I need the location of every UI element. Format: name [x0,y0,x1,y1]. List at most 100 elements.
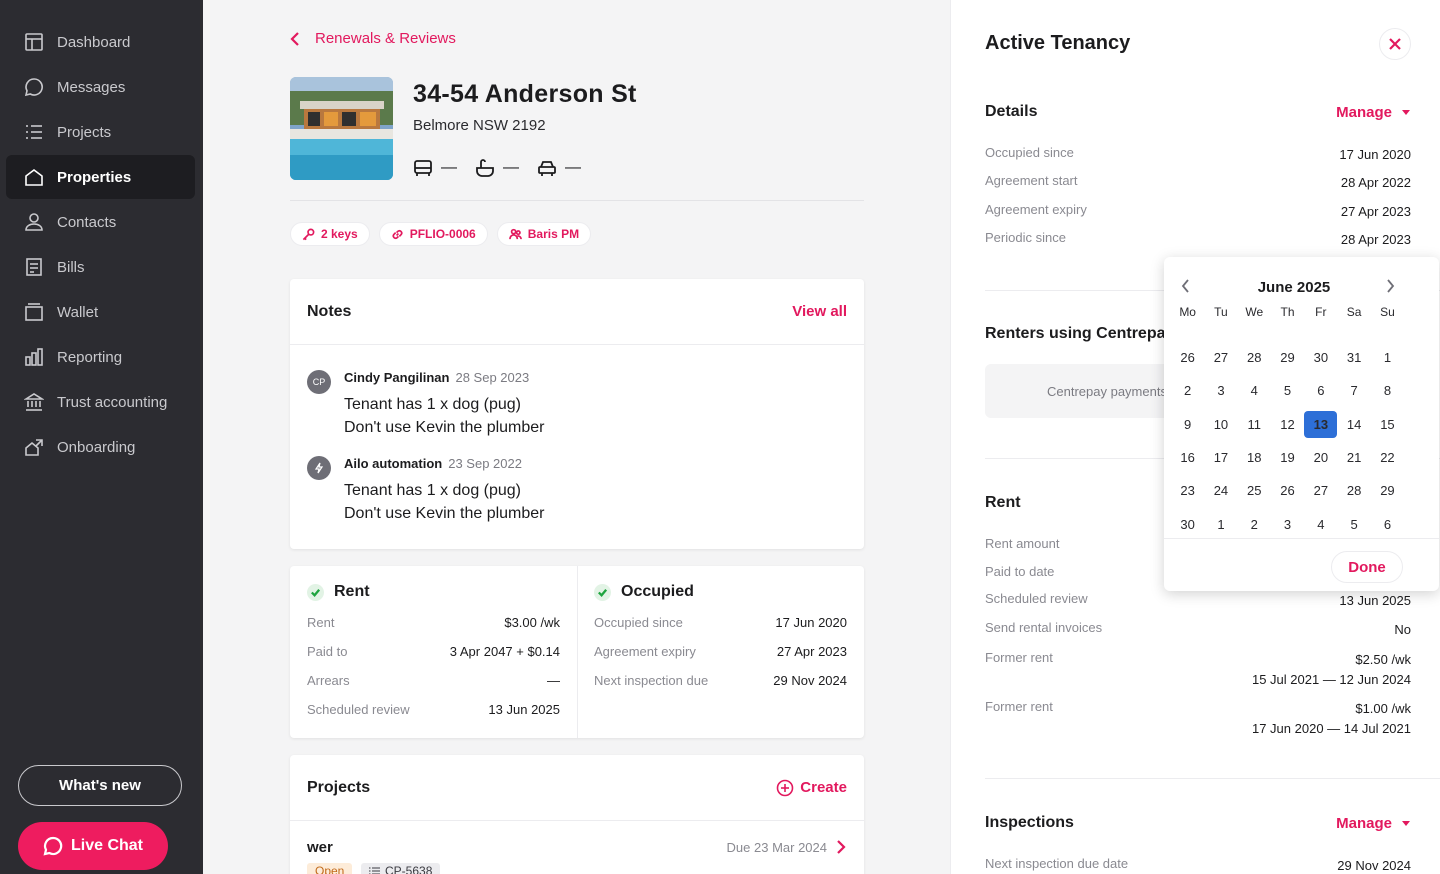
sidebar-item-bills[interactable]: Bills [6,245,195,289]
calendar-day[interactable]: 28 [1238,350,1271,365]
calendar-day[interactable]: 2 [1238,517,1271,532]
rent-summary: Rent Rent $3.00 /wk Paid to 3 Apr 2047 + $… [290,566,578,738]
sidebar-item-label: Dashboard [57,33,131,51]
rent-summary-title: Rent [334,583,370,600]
calendar-day[interactable]: 5 [1271,383,1304,398]
manager-chip[interactable]: Baris PM [496,222,592,246]
projects-card: Projects Create wer Due 23 Mar 2024 Open… [290,755,864,874]
keys-chip[interactable]: 2 keys [290,222,370,246]
calendar-day[interactable]: 14 [1337,417,1370,432]
calendar-day[interactable]: 27 [1304,483,1337,498]
live-chat-button[interactable]: Live Chat [18,822,168,870]
sidebar-item-contacts[interactable]: Contacts [6,200,195,244]
calendar-day[interactable]: 21 [1337,450,1370,465]
detail-row: Periodic since 28 Apr 2023 [985,230,1411,247]
calendar-day[interactable]: 6 [1371,517,1404,532]
calendar-day[interactable]: 7 [1337,383,1370,398]
calendar-day[interactable]: 22 [1371,450,1404,465]
close-button[interactable] [1379,28,1411,60]
weekday-label: We [1245,305,1264,319]
divider [290,200,864,201]
calendar-day[interactable]: 3 [1271,517,1304,532]
weekday-label: Tu [1214,305,1228,319]
calendar-day[interactable]: 16 [1171,450,1204,465]
calendar-day[interactable]: 19 [1271,450,1304,465]
rent-detail-row: Send rental invoices No [985,620,1411,637]
automation-avatar [307,456,331,480]
calendar-day[interactable]: 25 [1238,483,1271,498]
sidebar-item-label: Properties [57,168,132,186]
rent-row: Rent $3.00 /wk [307,615,560,630]
details-title: Details [985,103,1038,120]
calendar-day[interactable]: 17 [1204,450,1237,465]
chevron-right-icon[interactable] [1384,279,1396,293]
calendar-day[interactable]: 26 [1271,483,1304,498]
calendar-day[interactable]: 10 [1204,417,1237,432]
calendar-day[interactable]: 4 [1304,517,1337,532]
calendar-day[interactable]: 30 [1171,517,1204,532]
calendar-day[interactable]: 31 [1337,350,1370,365]
calendar-day[interactable]: 6 [1304,383,1337,398]
bedrooms-feature: — [413,158,457,178]
sidebar-item-dashboard[interactable]: Dashboard [6,20,195,64]
property-photo [290,77,393,180]
bathrooms-feature: — [475,158,519,178]
calendar-day[interactable]: 9 [1171,417,1204,432]
calendar-day[interactable]: 3 [1204,383,1237,398]
contacts-icon [24,212,44,232]
sidebar-item-label: Trust accounting [57,393,168,411]
calendar-day[interactable]: 5 [1337,517,1370,532]
create-project-button[interactable]: Create [776,779,847,797]
project-item[interactable]: wer Due 23 Mar 2024 Open CP-5638 [307,839,847,874]
whats-new-button[interactable]: What's new [18,765,182,806]
note-body: Tenant has 1 x dog (pug) Don't use Kevin… [344,482,545,522]
calendar-day[interactable]: 29 [1371,483,1404,498]
agreement-expiry-row: Agreement expiry 27 Apr 2023 [594,644,847,659]
note-date: 23 Sep 2022 [448,456,522,471]
divider [1164,538,1439,539]
calendar-day[interactable]: 29 [1271,350,1304,365]
selected-day[interactable]: 13 [1304,410,1338,438]
view-all-notes-link[interactable]: View all [792,303,847,320]
calendar-day[interactable]: 1 [1204,517,1237,532]
calendar-day[interactable]: 8 [1371,383,1404,398]
calendar-day[interactable]: 18 [1238,450,1271,465]
sidebar-item-properties[interactable]: Properties [6,155,195,199]
done-button[interactable]: Done [1331,551,1403,583]
inspections-manage-dropdown[interactable]: Manage [1336,815,1410,832]
calendar-day[interactable]: 1 [1371,350,1404,365]
status-badge: Open [307,863,353,874]
sidebar-item-projects[interactable]: Projects [6,110,195,154]
calendar-day[interactable]: 12 [1271,417,1304,432]
folio-chip[interactable]: PFLIO-0006 [378,222,488,246]
back-link[interactable]: Renewals & Reviews [289,30,456,47]
calendar-day[interactable]: 2 [1171,383,1204,398]
calendar-day[interactable]: 23 [1171,483,1204,498]
calendar-day[interactable]: 13 [1304,410,1338,438]
folio-chip-label: PFLIO-0006 [409,227,476,241]
sidebar-item-messages[interactable]: Messages [6,65,195,109]
project-code-badge: CP-5638 [361,863,441,874]
occupied-summary-title: Occupied [621,583,694,600]
calendar-day[interactable]: 30 [1304,350,1337,365]
calendar-grid: Mo Tu We Th Fr Sa Su 26 27 28 29 30 31 1 2 3 4 5 6 7… [1171,305,1417,541]
sidebar-item-trust-accounting[interactable]: Trust accounting [6,380,195,424]
calendar-day[interactable]: 27 [1204,350,1237,365]
sidebar-item-onboarding[interactable]: Onboarding [6,425,195,469]
property-chips: 2 keys PFLIO-0006 Baris PM [290,222,592,246]
sidebar-item-reporting[interactable]: Reporting [6,335,195,379]
calendar-day[interactable]: 4 [1238,383,1271,398]
avatar: CP [307,370,331,394]
note-author: Cindy Pangilinan 28 Sep 2023 [344,370,530,385]
calendar-day[interactable]: 11 [1238,417,1271,432]
calendar-day[interactable]: 15 [1371,417,1404,432]
bedrooms-count: — [441,159,457,176]
calendar-day[interactable]: 24 [1204,483,1237,498]
wallet-icon [24,302,44,322]
calendar-day[interactable]: 26 [1171,350,1204,365]
sidebar-item-wallet[interactable]: Wallet [6,290,195,334]
calendar-day[interactable]: 20 [1304,450,1337,465]
details-manage-dropdown[interactable]: Manage [1336,104,1410,121]
former-rent-row: Former rent $1.00 /wk 17 Jun 2020 — 14 Jul… [985,699,1411,736]
calendar-day[interactable]: 28 [1337,483,1370,498]
